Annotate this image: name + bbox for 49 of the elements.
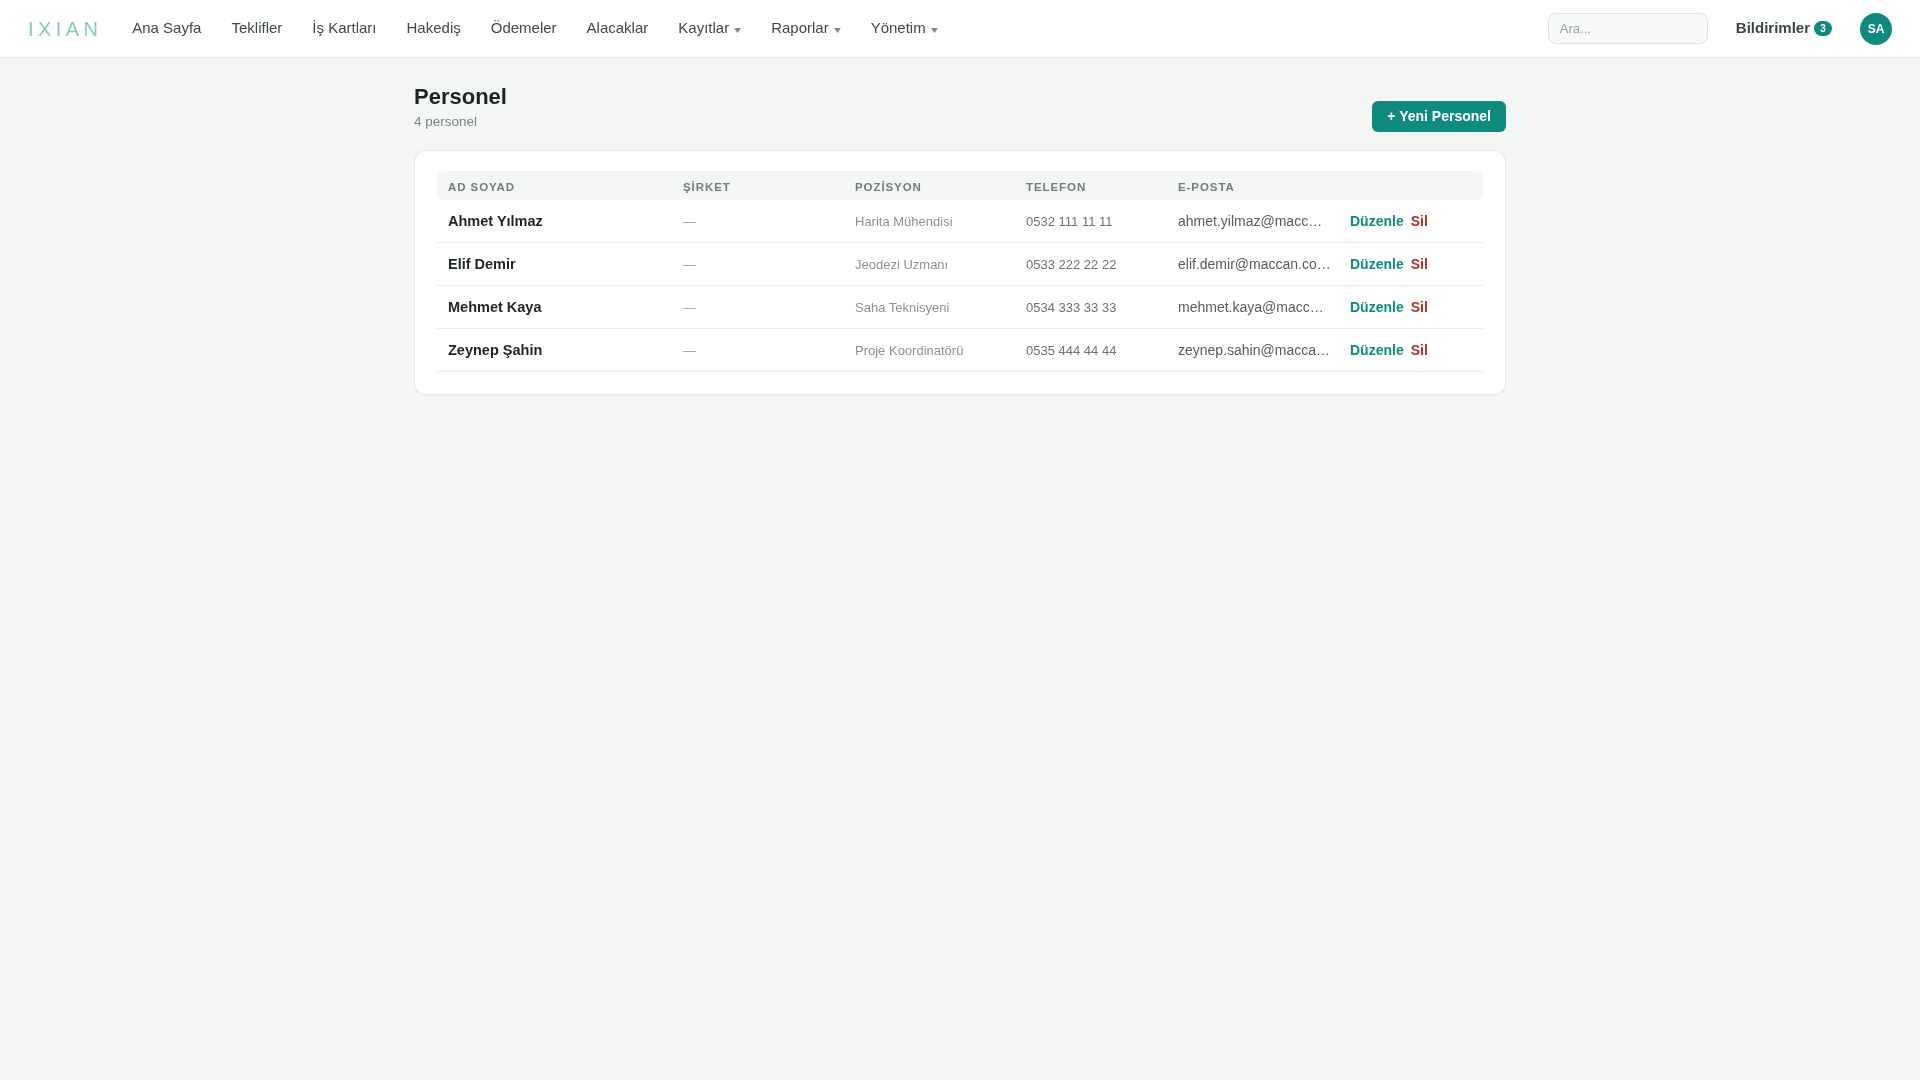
- column-header: ŞİRKET: [683, 180, 731, 193]
- page-title: Personel: [414, 83, 507, 111]
- user-avatar[interactable]: SA: [1860, 12, 1892, 45]
- nav-link[interactable]: Ana Sayfa: [132, 17, 202, 40]
- position-cell: Saha Teknisyeni: [855, 300, 950, 315]
- nav-link[interactable]: Teklifler: [231, 17, 283, 40]
- edit-link[interactable]: Düzenle: [1350, 253, 1404, 275]
- phone-cell: 0533 222 22 22: [1026, 257, 1117, 272]
- company-cell: —: [683, 300, 696, 315]
- email-cell: elif.demir@maccan.co…: [1178, 256, 1331, 272]
- delete-link[interactable]: Sil: [1410, 253, 1428, 275]
- notifications-button[interactable]: Bildirimler 3: [1735, 17, 1832, 40]
- column-header: E-POSTA: [1178, 180, 1235, 193]
- email-cell: ahmet.yilmaz@macc…: [1178, 213, 1323, 229]
- name-cell: Zeynep Şahin: [448, 342, 543, 358]
- nav-link[interactable]: Alacaklar: [586, 17, 649, 40]
- new-personnel-button[interactable]: + Yeni Personel: [1372, 101, 1506, 132]
- phone-cell: 0534 333 33 33: [1026, 300, 1117, 315]
- delete-link[interactable]: Sil: [1410, 210, 1428, 232]
- delete-link[interactable]: Sil: [1410, 339, 1428, 361]
- phone-cell: 0535 444 44 44: [1026, 343, 1117, 358]
- nav-link[interactable]: İş Kartları: [312, 17, 377, 40]
- company-cell: —: [683, 343, 696, 358]
- nav-link[interactable]: Hakediş: [406, 17, 461, 40]
- notification-count: 3: [1814, 21, 1832, 36]
- edit-link[interactable]: Düzenle: [1350, 210, 1404, 232]
- company-cell: —: [683, 257, 696, 272]
- search-field[interactable]: Ara...: [1547, 13, 1708, 44]
- nav-link[interactable]: Ödemeler: [490, 17, 557, 40]
- column-header: AD SOYAD: [448, 180, 515, 193]
- name-cell: Mehmet Kaya: [448, 299, 542, 315]
- edit-link[interactable]: Düzenle: [1350, 296, 1404, 318]
- nav-link[interactable]: Raporlar: [771, 17, 841, 40]
- delete-link[interactable]: Sil: [1410, 296, 1428, 318]
- company-cell: —: [683, 214, 696, 229]
- nav-link[interactable]: Yönetim: [870, 17, 938, 40]
- phone-cell: 0532 111 11 11: [1026, 214, 1113, 229]
- name-cell: Ahmet Yılmaz: [448, 213, 543, 229]
- position-cell: Jeodezi Uzmanı: [855, 257, 949, 272]
- nav-link[interactable]: Kayıtlar: [678, 17, 742, 40]
- position-cell: Harita Mühendisi: [855, 214, 953, 229]
- page-subtitle: 4 personel: [414, 113, 479, 131]
- email-cell: mehmet.kaya@macc…: [1178, 299, 1324, 315]
- edit-link[interactable]: Düzenle: [1350, 339, 1404, 361]
- name-cell: Elif Demir: [448, 256, 516, 272]
- position-cell: Proje Koordinatörü: [855, 343, 964, 358]
- column-header: TELEFON: [1026, 180, 1087, 193]
- column-header: POZİSYON: [855, 180, 922, 193]
- email-cell: zeynep.sahin@macca…: [1178, 342, 1330, 358]
